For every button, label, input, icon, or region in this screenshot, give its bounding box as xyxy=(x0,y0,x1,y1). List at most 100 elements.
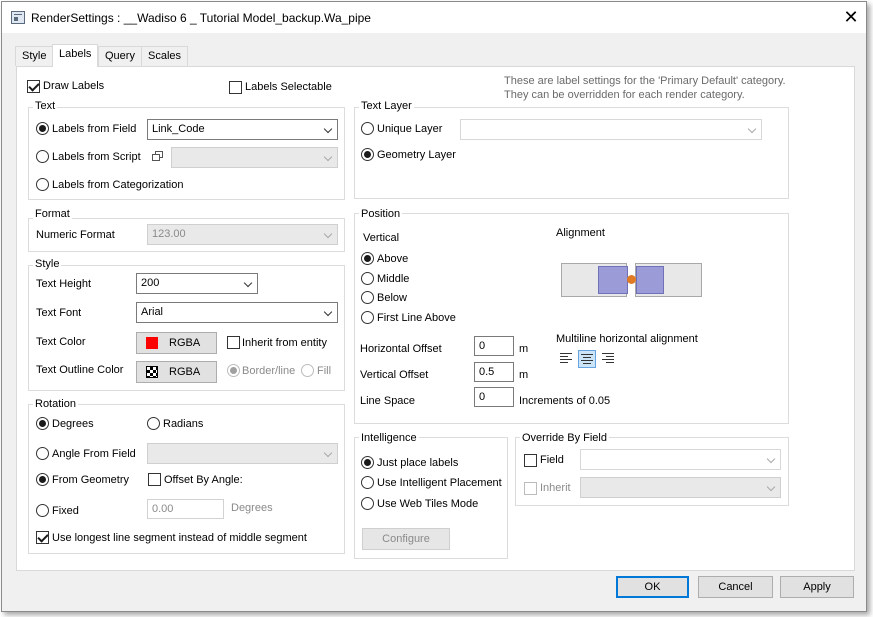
tab-scales[interactable]: Scales xyxy=(141,46,189,66)
override-inherit-combo[interactable] xyxy=(580,477,781,498)
text-font-value: Arial xyxy=(141,306,164,318)
text-layer-group-legend: Text Layer xyxy=(359,100,414,112)
style-group-legend: Style xyxy=(33,258,62,270)
script-editor-icon[interactable] xyxy=(152,151,164,162)
text-height-combo[interactable]: 200 xyxy=(136,273,258,294)
vertical-offset-label: Vertical Offset xyxy=(360,369,429,381)
outline-color-button[interactable]: RGBA xyxy=(136,361,217,383)
label-box-right xyxy=(636,266,664,294)
border-line-radio[interactable] xyxy=(227,364,240,377)
align-left-icon[interactable] xyxy=(559,350,575,366)
rotation-group-legend: Rotation xyxy=(33,398,78,410)
labels-from-script-label: Labels from Script xyxy=(52,151,141,163)
tab-labels[interactable]: Labels xyxy=(52,44,99,67)
tab-query[interactable]: Query xyxy=(98,46,142,66)
text-font-combo[interactable]: Arial xyxy=(136,302,338,323)
unique-layer-combo[interactable] xyxy=(460,119,762,140)
field-combo-value: Link_Code xyxy=(152,123,205,135)
horizontal-offset-input[interactable]: 0 xyxy=(474,336,514,356)
override-by-field-legend: Override By Field xyxy=(520,432,609,444)
vertical-label: Vertical xyxy=(363,232,400,244)
apply-button[interactable]: Apply xyxy=(780,576,854,598)
chevron-down-icon xyxy=(766,454,776,464)
fill-radio[interactable] xyxy=(301,364,314,377)
from-geometry-radio[interactable] xyxy=(36,473,49,486)
labels-from-script-radio[interactable] xyxy=(36,150,49,163)
color-swatch xyxy=(146,337,158,349)
middle-label: Middle xyxy=(377,273,410,285)
script-combo[interactable] xyxy=(171,147,338,168)
numeric-format-combo[interactable]: 123.00 xyxy=(147,224,338,245)
radians-radio[interactable] xyxy=(147,417,160,430)
field-combo[interactable]: Link_Code xyxy=(147,119,338,140)
just-place-labels-radio[interactable] xyxy=(361,456,374,469)
chevron-down-icon xyxy=(323,124,333,134)
use-longest-segment-checkbox[interactable] xyxy=(36,531,49,544)
line-space-unit: Increments of 0.05 xyxy=(519,395,611,407)
line-space-input[interactable]: 0 xyxy=(474,387,514,407)
chevron-down-icon xyxy=(323,229,333,239)
text-height-value: 200 xyxy=(141,277,160,289)
horizontal-offset-label: Horizontal Offset xyxy=(360,343,442,355)
labels-from-field-label: Labels from Field xyxy=(52,123,137,135)
override-field-combo[interactable] xyxy=(580,449,781,470)
web-tiles-mode-radio[interactable] xyxy=(361,497,374,510)
configure-button[interactable]: Configure xyxy=(362,528,450,550)
title-bar[interactable]: RenderSettings : __Wadiso 6 _ Tutorial M… xyxy=(2,2,866,33)
offset-by-angle-checkbox[interactable] xyxy=(148,473,161,486)
chevron-down-icon xyxy=(323,448,333,458)
labels-from-categorization-radio[interactable] xyxy=(36,178,49,191)
text-color-button[interactable]: RGBA xyxy=(136,332,217,354)
category-hint-line1: These are label settings for the 'Primar… xyxy=(504,75,786,87)
labels-selectable-checkbox[interactable] xyxy=(229,81,242,94)
close-icon[interactable]: ✕ xyxy=(838,6,864,28)
draw-labels-checkbox[interactable] xyxy=(27,80,40,93)
align-right-icon[interactable] xyxy=(600,350,616,366)
radians-label: Radians xyxy=(163,418,204,430)
chevron-down-icon xyxy=(243,278,253,288)
intelligent-placement-radio[interactable] xyxy=(361,476,374,489)
override-inherit-checkbox[interactable] xyxy=(524,482,537,495)
tab-style[interactable]: Style xyxy=(15,46,54,66)
degrees-radio[interactable] xyxy=(36,417,49,430)
angle-field-combo[interactable] xyxy=(147,443,338,464)
category-hint-line2: They can be overridden for each render c… xyxy=(504,89,745,101)
fixed-radio[interactable] xyxy=(36,504,49,517)
text-height-label: Text Height xyxy=(36,278,92,290)
draw-labels-label: Draw Labels xyxy=(43,80,105,92)
vertical-offset-unit: m xyxy=(519,369,529,381)
geometry-layer-radio[interactable] xyxy=(361,148,374,161)
first-line-above-label: First Line Above xyxy=(377,312,456,324)
above-radio[interactable] xyxy=(361,252,374,265)
vertical-offset-input[interactable]: 0.5 xyxy=(474,362,514,382)
inherit-from-entity-checkbox[interactable] xyxy=(227,336,240,349)
align-center-icon[interactable] xyxy=(578,350,596,368)
alignment-picker[interactable] xyxy=(561,263,703,298)
below-radio[interactable] xyxy=(361,291,374,304)
labels-from-field-radio[interactable] xyxy=(36,122,49,135)
border-line-label: Border/line xyxy=(242,365,296,377)
angle-from-field-radio[interactable] xyxy=(36,447,49,460)
unique-layer-radio[interactable] xyxy=(361,122,374,135)
dialog-window: RenderSettings : __Wadiso 6 _ Tutorial M… xyxy=(1,1,867,612)
override-inherit-label: Inherit xyxy=(540,482,571,494)
fixed-angle-unit: Degrees xyxy=(231,502,273,514)
text-color-button-label: RGBA xyxy=(169,337,201,349)
app-icon xyxy=(11,11,25,24)
fixed-angle-input[interactable]: 0.00 xyxy=(147,499,224,519)
first-line-above-radio[interactable] xyxy=(361,311,374,324)
geometry-layer-label: Geometry Layer xyxy=(377,149,456,161)
multiline-alignment-label: Multiline horizontal alignment xyxy=(556,333,698,345)
middle-radio[interactable] xyxy=(361,272,374,285)
text-outline-color-label: Text Outline Color xyxy=(36,364,124,376)
chevron-down-icon xyxy=(323,152,333,162)
ok-button[interactable]: OK xyxy=(616,576,689,598)
cancel-button[interactable]: Cancel xyxy=(698,576,773,598)
unique-layer-label: Unique Layer xyxy=(377,123,443,135)
chevron-down-icon xyxy=(323,307,333,317)
text-color-label: Text Color xyxy=(36,336,86,348)
override-field-checkbox[interactable] xyxy=(524,454,537,467)
category-hint: These are label settings for the 'Primar… xyxy=(504,74,786,102)
fill-label: Fill xyxy=(317,365,332,377)
horizontal-offset-unit: m xyxy=(519,343,529,355)
